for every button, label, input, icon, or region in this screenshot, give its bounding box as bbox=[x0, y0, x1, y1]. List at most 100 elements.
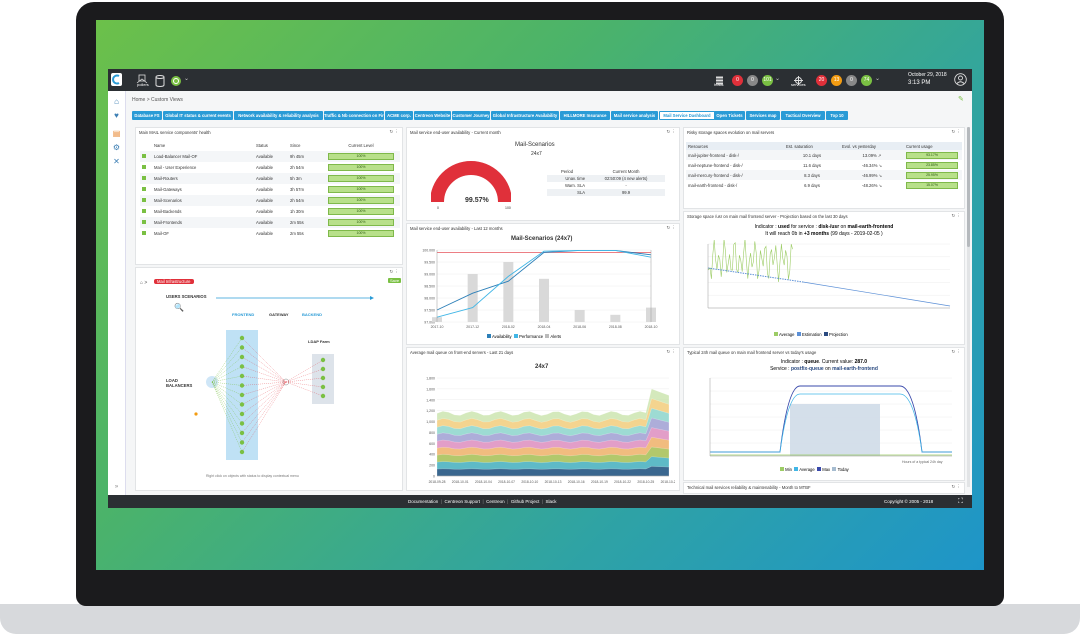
legend-item[interactable]: Max bbox=[822, 467, 830, 472]
home-icon[interactable]: ⌂ bbox=[112, 97, 121, 106]
services-critical-count[interactable]: 20 bbox=[816, 75, 827, 86]
tab-database-fs[interactable]: Database FS bbox=[132, 111, 162, 120]
tab-traffic-nb-connection-on-firewall[interactable]: Traffic & Nb connection on Firewall bbox=[324, 111, 384, 120]
tab-customer-journey[interactable]: Customer Journey bbox=[452, 111, 490, 120]
legend-item[interactable]: Estimation bbox=[802, 332, 822, 337]
column-header[interactable]: Name bbox=[152, 140, 254, 151]
legend-item[interactable]: Today bbox=[838, 467, 849, 472]
hosts-down-count[interactable]: 0 bbox=[732, 75, 743, 86]
legend-item[interactable]: Alerts bbox=[550, 334, 561, 339]
frontend-node[interactable] bbox=[239, 392, 245, 398]
column-header[interactable]: Since bbox=[288, 140, 322, 151]
tab-services-map[interactable]: Services map bbox=[746, 111, 780, 120]
expand-menu-icon[interactable]: » bbox=[112, 483, 121, 492]
widget-refresh-icon[interactable]: ↻ ⋮ bbox=[951, 349, 961, 355]
component-name[interactable]: Load-Balancer Mail-OF bbox=[152, 151, 254, 162]
frontend-node[interactable] bbox=[239, 402, 245, 407]
table-row[interactable]: Mail-Scenarios Available 2h 54m 100% bbox=[140, 195, 400, 206]
column-header[interactable]: Current Level bbox=[322, 140, 400, 151]
services-icon[interactable] bbox=[794, 72, 803, 85]
resource-name[interactable]: mail-mercury-frontend - disk-/ bbox=[686, 170, 784, 180]
resource-name[interactable]: mail-neptune-frontend - disk-/ bbox=[686, 160, 784, 170]
estimation-series[interactable] bbox=[707, 267, 804, 283]
footer-link-github-project[interactable]: Github Project bbox=[511, 499, 540, 504]
frontend-node[interactable] bbox=[239, 421, 245, 426]
fullscreen-icon[interactable]: ⛶ bbox=[958, 495, 963, 508]
widget-refresh-icon[interactable]: ↻ ⋮ bbox=[666, 129, 676, 135]
frontend-node[interactable] bbox=[239, 383, 245, 388]
component-name[interactable]: Mail-Routers bbox=[152, 173, 254, 184]
legend-item[interactable]: Availability bbox=[492, 334, 512, 339]
column-header[interactable]: Evol. vs yesterday bbox=[840, 142, 904, 150]
today-area[interactable] bbox=[790, 404, 880, 456]
ldap-node[interactable] bbox=[320, 357, 326, 363]
frontend-node[interactable] bbox=[239, 373, 245, 379]
services-ok-count[interactable]: 74 bbox=[861, 75, 872, 86]
table-row[interactable]: mail-neptune-frontend - disk-/ 11.6 days -… bbox=[686, 160, 962, 170]
centreon-logo-icon[interactable] bbox=[111, 73, 122, 86]
frontend-node[interactable] bbox=[239, 449, 245, 455]
table-row[interactable]: mail-jupiter-frontend - disk-/ 10.1 days 1… bbox=[686, 150, 962, 160]
ldap-node[interactable] bbox=[320, 384, 326, 390]
projection-series[interactable] bbox=[802, 281, 951, 307]
administration-icon[interactable]: ✕ bbox=[112, 157, 121, 166]
chevron-down-icon[interactable]: ⌄ bbox=[775, 75, 780, 82]
legend-item[interactable]: Average bbox=[799, 467, 815, 472]
resource-name[interactable]: mail-jupiter-frontend - disk-/ bbox=[686, 150, 784, 160]
edit-view-icon[interactable]: ✎ bbox=[958, 95, 964, 103]
users-scenarios-icon[interactable]: 🔍 bbox=[174, 303, 184, 312]
table-row[interactable]: Mail-Backends Available 1h 30m 100% bbox=[140, 206, 400, 217]
chevron-down-icon[interactable]: ⌄ bbox=[184, 75, 189, 82]
ldap-node[interactable] bbox=[320, 393, 326, 399]
frontend-node[interactable] bbox=[239, 354, 245, 360]
component-name[interactable]: Mail - User Experience bbox=[152, 162, 254, 173]
legend-item[interactable]: Average bbox=[779, 332, 795, 337]
monitoring-icon[interactable]: ♥ bbox=[112, 111, 121, 120]
frontend-node[interactable] bbox=[239, 411, 245, 417]
legend-item[interactable]: Projection bbox=[829, 332, 848, 337]
tab-top-10[interactable]: Top 10 bbox=[826, 111, 848, 120]
hosts-icon[interactable] bbox=[715, 72, 724, 85]
widget-refresh-icon[interactable]: ↻ ⋮ bbox=[389, 129, 399, 135]
footer-link-centreon-support[interactable]: Centreon Support bbox=[444, 499, 480, 504]
column-header[interactable]: Status bbox=[254, 140, 288, 151]
pollers-icon[interactable] bbox=[136, 71, 148, 84]
resource-name[interactable]: mail-earth-frontend - disk-/ bbox=[686, 180, 784, 190]
average-series[interactable] bbox=[707, 240, 793, 282]
component-name[interactable]: Mail-Gateways bbox=[152, 184, 254, 195]
hosts-up-count[interactable]: 101 bbox=[762, 75, 773, 86]
frontend-node[interactable] bbox=[239, 364, 245, 369]
tab-mail-service-analysis[interactable]: Mail service analysis bbox=[611, 111, 658, 120]
tab-network-availability-reliability-analysis[interactable]: Network availability & reliability analy… bbox=[234, 111, 323, 120]
widget-refresh-icon[interactable]: ↻ ⋮ bbox=[951, 213, 961, 219]
map-back-icon[interactable]: ⌂ > bbox=[140, 280, 147, 286]
frontend-node[interactable] bbox=[239, 335, 245, 341]
widget-refresh-icon[interactable]: ↻ ⋮ bbox=[666, 349, 676, 355]
widget-refresh-icon[interactable]: ↻ ⋮ bbox=[951, 484, 961, 490]
footer-link-documentation[interactable]: Documentation bbox=[408, 499, 438, 504]
legend-item[interactable]: Min bbox=[785, 467, 792, 472]
tab-global-it-status-current-events[interactable]: Global IT status & current events bbox=[163, 111, 233, 120]
component-name[interactable]: Mail-Scenarios bbox=[152, 195, 254, 206]
column-header[interactable]: Current usage bbox=[904, 142, 962, 150]
component-name[interactable]: Mail-Backends bbox=[152, 206, 254, 217]
table-row[interactable]: Mail-Frontends Available 2m 55s 100% bbox=[140, 217, 400, 228]
widget-refresh-icon[interactable]: ↻ ⋮ bbox=[951, 129, 961, 135]
hosts-unreachable-count[interactable]: 0 bbox=[747, 75, 758, 86]
chevron-down-icon[interactable]: ⌄ bbox=[875, 75, 880, 82]
reporting-icon[interactable]: ▤ bbox=[112, 129, 121, 138]
widget-refresh-icon[interactable]: ↻ ⋮ bbox=[389, 269, 399, 275]
status-poller-icon[interactable] bbox=[170, 74, 182, 86]
tab-tactical-overview[interactable]: Tactical Overview bbox=[781, 111, 825, 120]
table-row[interactable]: Load-Balancer Mail-OF Available 9h 45m 100% bbox=[140, 151, 400, 162]
component-name[interactable]: Mail-Frontends bbox=[152, 217, 254, 228]
frontend-node[interactable] bbox=[239, 440, 245, 445]
ldap-node[interactable] bbox=[320, 366, 326, 372]
save-button[interactable]: Save bbox=[388, 278, 402, 283]
configuration-icon[interactable]: ⚙ bbox=[112, 143, 121, 152]
frontend-node[interactable] bbox=[239, 345, 245, 350]
tab-acme-corp-[interactable]: ACME corp. bbox=[385, 111, 413, 120]
footer-link-slack[interactable]: Slack bbox=[546, 499, 557, 504]
column-header[interactable]: Est. saturation bbox=[784, 142, 840, 150]
table-row[interactable]: Mail-Gateways Available 3h 57m 100% bbox=[140, 184, 400, 195]
